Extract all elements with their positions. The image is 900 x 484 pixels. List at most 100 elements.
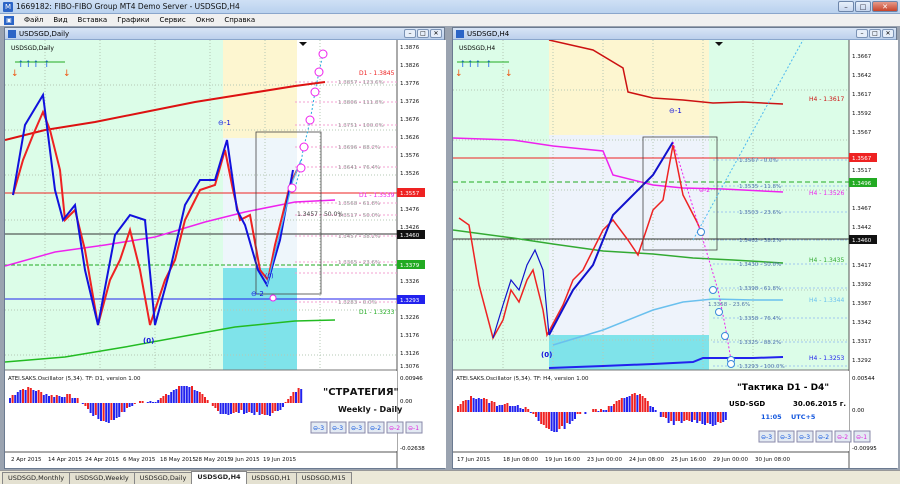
close-button[interactable]: ✕ xyxy=(882,29,894,38)
oscillator-bar xyxy=(620,398,623,412)
price-tick: 1.3576 xyxy=(400,153,420,159)
price-tick: 1.3776 xyxy=(400,81,420,87)
chart-window-daily[interactable]: USDSGD,Daily – □ ✕ ↑↑↑ ↑ ↓ ↓ USDSGD,Dail… xyxy=(4,27,446,469)
fib-label: 1.3857 - 123.6% xyxy=(338,80,384,86)
oscillator-bar xyxy=(53,397,56,403)
daily-chart[interactable]: ↑↑↑ ↑ ↓ ↓ USDSGD,Daily ⊖-1 ⊖-2 (0) (0) 1.3… xyxy=(5,40,446,468)
tab-monthly[interactable]: USDSGD,Monthly xyxy=(2,472,71,484)
oscillator-bar xyxy=(297,388,300,403)
wave-label-2: ⊖-2 xyxy=(699,187,710,194)
oscillator-bar xyxy=(662,412,665,417)
chart-window-h4[interactable]: USDSGD,H4 – □ ✕ ↑↑↑ ↑ ↓ ↓ USDSGD,H4 ⊖-1 … xyxy=(452,27,898,469)
oscillator-bar xyxy=(696,412,699,423)
oscillator-bar xyxy=(641,396,644,412)
oscillator-bar xyxy=(263,403,266,415)
date-tick: 9 Jun 2015 xyxy=(230,457,260,463)
oscillator-bar xyxy=(248,403,251,412)
svg-text:↓: ↓ xyxy=(505,69,513,79)
oscillator-bar xyxy=(61,397,63,403)
menu-window[interactable]: Окно xyxy=(196,16,215,24)
close-button[interactable]: ✕ xyxy=(430,29,442,38)
wave-button[interactable]: ⊖-1 xyxy=(408,425,419,432)
price-tag-high: 1.3557 xyxy=(400,191,420,197)
menu-tools[interactable]: Сервис xyxy=(160,16,186,24)
wave-button[interactable]: ⊖-3 xyxy=(332,425,343,432)
d1-label: D1 - 1.3539 xyxy=(359,192,395,199)
maximize-button[interactable]: □ xyxy=(869,29,881,38)
chart-window-icon[interactable]: ▣ xyxy=(4,15,14,25)
oscillator-bar xyxy=(295,392,297,403)
oscillator-bar xyxy=(480,399,483,412)
price-tick: 1.3326 xyxy=(400,279,420,285)
time-label: 11:05 xyxy=(761,413,782,421)
minimize-button[interactable]: – xyxy=(856,29,868,38)
wave-button[interactable]: ⊖-2 xyxy=(370,425,381,432)
wave-button[interactable]: ⊖-3 xyxy=(761,434,772,441)
fib-label: 1.3365 - 23.6% xyxy=(338,260,380,266)
oscillator-bar xyxy=(511,406,514,412)
maximize-button[interactable]: □ xyxy=(417,29,429,38)
oscillator-bar xyxy=(719,412,722,423)
fib-label: 1.3568 - 61.8% xyxy=(338,201,380,207)
menu-charts[interactable]: Графики xyxy=(117,16,149,24)
oscillator-bar xyxy=(490,401,493,412)
maximize-button[interactable]: □ xyxy=(855,1,871,12)
oscillator-bar xyxy=(652,407,654,412)
minimize-button[interactable]: – xyxy=(404,29,416,38)
date-tick: 25 Jun 16:00 xyxy=(671,457,706,463)
date-tick: 24 Jun 08:00 xyxy=(629,457,664,463)
oscillator-bar xyxy=(27,387,30,403)
wave-button[interactable]: ⊖-3 xyxy=(313,425,324,432)
wave-button[interactable]: ⊖-3 xyxy=(799,434,810,441)
oscillator-bar xyxy=(74,398,76,403)
wave-button[interactable]: ⊖-2 xyxy=(389,425,400,432)
oscillator-bar xyxy=(227,403,230,415)
oscillator-bar xyxy=(566,412,569,423)
menu-file[interactable]: Файл xyxy=(24,16,43,24)
fib-label: 1.3457 - 38.2% xyxy=(338,234,380,240)
oscillator-bar xyxy=(97,403,100,419)
oscillator-bar xyxy=(607,406,610,412)
oscillator-bar xyxy=(519,408,522,412)
price-tick: 1.3442 xyxy=(852,225,871,231)
minimize-button[interactable]: – xyxy=(838,1,854,12)
menu-view[interactable]: Вид xyxy=(53,16,67,24)
chart-window-title: USDSGD,Daily xyxy=(19,29,70,38)
tab-weekly[interactable]: USDSGD,Weekly xyxy=(69,472,135,484)
chart-workspace: USDSGD,Daily – □ ✕ ↑↑↑ ↑ ↓ ↓ USDSGD,Dail… xyxy=(0,26,900,470)
date-tick: 29 Jun 00:00 xyxy=(713,457,748,463)
price-tick: 1.3676 xyxy=(400,117,420,123)
tab-h4[interactable]: USDSGD,H4 xyxy=(191,471,247,484)
oscillator-bar xyxy=(40,392,43,403)
oscillator-bar xyxy=(178,386,180,403)
osc-tick: 0.00 xyxy=(852,408,865,414)
price-tag-green: 1.3496 xyxy=(852,181,872,187)
menu-insert[interactable]: Вставка xyxy=(78,16,108,24)
tab-h1[interactable]: USDSGD,H1 xyxy=(245,472,297,484)
h4-label: H4 - 1.3617 xyxy=(809,96,844,103)
wave-button[interactable]: ⊖-3 xyxy=(351,425,362,432)
close-button[interactable]: ✕ xyxy=(872,1,898,12)
oscillator-bar xyxy=(287,399,290,403)
price-tick: 1.3417 xyxy=(852,263,872,269)
oscillator-bar xyxy=(459,404,462,412)
fib-label: 1.3503 - 23.6% xyxy=(739,210,781,216)
menu-help[interactable]: Справка xyxy=(224,16,255,24)
oscillator-bar xyxy=(579,412,582,414)
oscillator-bar xyxy=(55,395,58,403)
oscillator-bar xyxy=(477,398,480,412)
wave-button[interactable]: ⊖-2 xyxy=(837,434,848,441)
tab-daily[interactable]: USDSGD,Daily xyxy=(133,472,193,484)
fib-mid-label: 1.3457 - 50.0% xyxy=(297,211,343,218)
wave-button[interactable]: ⊖-3 xyxy=(780,434,791,441)
tab-m15[interactable]: USDSGD,M15 xyxy=(295,472,352,484)
oscillator-bar xyxy=(35,391,37,403)
oscillator-bar xyxy=(66,394,69,403)
wave-button[interactable]: ⊖-1 xyxy=(856,434,867,441)
oscillator-bar xyxy=(87,403,89,409)
oscillator-bar xyxy=(618,400,621,412)
wave-button[interactable]: ⊖-2 xyxy=(818,434,829,441)
h4-chart[interactable]: ↑↑↑ ↑ ↓ ↓ USDSGD,H4 ⊖-1 (0) ⊖-2 1.3567 - 0… xyxy=(453,40,898,468)
oscillator-bar xyxy=(292,392,295,403)
osc-tick: 0.00544 xyxy=(852,376,875,382)
